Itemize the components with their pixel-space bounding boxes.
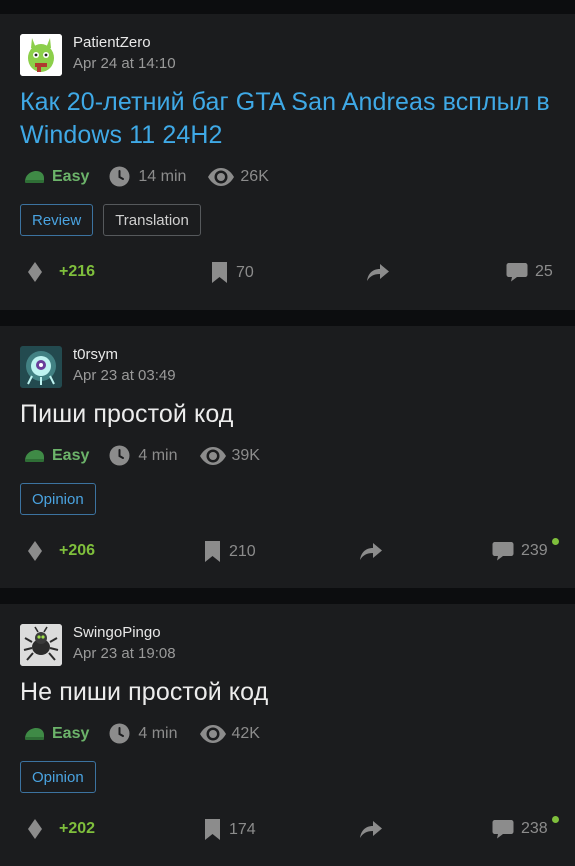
difficulty-icon [25, 170, 44, 183]
comment-count: 25 [535, 263, 553, 280]
share-icon [360, 821, 382, 838]
author-row: SwingoPingo Apr 23 at 19:08 [20, 624, 176, 666]
views-stat: 39K [199, 446, 260, 466]
tag-opinion[interactable]: Opinion [20, 761, 96, 793]
post-actions: +216 70 25 [0, 258, 575, 288]
share-icon [360, 543, 382, 560]
difficulty-label: Easy [52, 167, 90, 185]
author-name[interactable]: SwingoPingo [73, 623, 176, 642]
share-icon [367, 264, 389, 281]
post-card-1: PatientZero Apr 24 at 14:10 Как 20-летни… [0, 14, 575, 310]
difficulty-stat: Easy [22, 725, 89, 743]
post-date: Apr 24 at 14:10 [73, 55, 176, 72]
author-name[interactable]: t0rsym [73, 345, 176, 364]
comments-button[interactable]: 238 [492, 819, 548, 839]
read-time-stat: 4 min [109, 723, 178, 744]
new-comments-indicator [552, 816, 559, 823]
tags: Opinion [20, 761, 106, 793]
views-count: 39K [231, 446, 260, 464]
difficulty-stat: Easy [22, 168, 89, 186]
views-stat: 42K [199, 724, 260, 744]
post-date: Apr 23 at 03:49 [73, 367, 176, 384]
clock-icon [109, 445, 130, 466]
share-button[interactable] [367, 264, 389, 281]
comment-icon [506, 263, 528, 282]
comment-count: 239 [521, 542, 548, 559]
post-card-2: t0rsym Apr 23 at 03:49 Пиши простой код … [0, 326, 575, 588]
share-button[interactable] [360, 543, 382, 560]
zombie-avatar-icon [20, 34, 62, 76]
comments-button[interactable]: 25 [506, 262, 553, 282]
author-row: t0rsym Apr 23 at 03:49 [20, 346, 176, 388]
tag-opinion[interactable]: Opinion [20, 483, 96, 515]
bookmark-button[interactable]: 210 [205, 541, 256, 562]
post-title[interactable]: Пиши простой код [20, 398, 555, 431]
share-button[interactable] [360, 821, 382, 838]
avatar[interactable] [20, 624, 62, 666]
clock-icon [109, 166, 130, 187]
read-time-stat: 4 min [109, 445, 178, 466]
bookmark-button[interactable]: 174 [205, 819, 256, 840]
post-title[interactable]: Как 20-летний баг GTA San Andreas всплыл… [20, 86, 555, 152]
post-date: Apr 23 at 19:08 [73, 645, 176, 662]
rating-control[interactable]: +202 [28, 819, 95, 839]
views-count: 42K [231, 724, 260, 742]
post-actions: +202 174 238 [0, 815, 575, 845]
post-stats: Easy 4 min 39K [22, 445, 260, 466]
rating-diamond-icon [28, 819, 42, 839]
author-name[interactable]: PatientZero [73, 33, 176, 52]
views-count: 26K [240, 167, 269, 185]
tags: Opinion [20, 483, 106, 515]
rating-value: +216 [59, 263, 96, 280]
eye-icon [199, 724, 226, 743]
rating-diamond-icon [28, 541, 42, 561]
post-title[interactable]: Не пиши простой код [20, 676, 555, 709]
eye-icon [199, 446, 226, 465]
robot-avatar-icon [20, 346, 62, 388]
views-stat: 26K [207, 167, 269, 187]
bookmark-icon [205, 541, 220, 562]
read-time-stat: 14 min [109, 166, 186, 187]
bookmark-button[interactable]: 70 [212, 262, 254, 283]
author-row: PatientZero Apr 24 at 14:10 [20, 34, 176, 76]
comments-button[interactable]: 239 [492, 541, 548, 561]
bookmark-icon [205, 819, 220, 840]
comment-icon [492, 820, 514, 839]
bookmark-count: 210 [229, 542, 256, 560]
tag-translation[interactable]: Translation [103, 204, 201, 236]
difficulty-label: Easy [52, 446, 90, 464]
author-meta: t0rsym Apr 23 at 03:49 [73, 345, 176, 386]
tags: Review Translation [20, 204, 211, 236]
avatar[interactable] [20, 34, 62, 76]
post-stats: Easy 14 min 26K [22, 166, 269, 187]
tag-review[interactable]: Review [20, 204, 94, 236]
new-comments-indicator [552, 538, 559, 545]
eye-icon [208, 167, 235, 186]
difficulty-stat: Easy [22, 447, 89, 465]
difficulty-icon [25, 449, 44, 462]
read-time: 4 min [138, 446, 178, 464]
post-card-3: SwingoPingo Apr 23 at 19:08 Не пиши прос… [0, 604, 575, 866]
rating-control[interactable]: +206 [28, 541, 95, 561]
bookmark-count: 174 [229, 820, 256, 838]
avatar[interactable] [20, 346, 62, 388]
post-actions: +206 210 239 [0, 537, 575, 567]
comment-icon [492, 542, 514, 561]
read-time: 14 min [138, 167, 187, 185]
read-time: 4 min [138, 724, 178, 742]
author-meta: PatientZero Apr 24 at 14:10 [73, 33, 176, 74]
rating-control[interactable]: +216 [28, 262, 95, 282]
bookmark-icon [212, 262, 227, 283]
rating-diamond-icon [28, 262, 42, 282]
author-meta: SwingoPingo Apr 23 at 19:08 [73, 623, 176, 664]
bookmark-count: 70 [236, 263, 254, 281]
difficulty-label: Easy [52, 724, 90, 742]
clock-icon [109, 723, 130, 744]
post-stats: Easy 4 min 42K [22, 723, 260, 744]
difficulty-icon [25, 727, 44, 740]
comment-count: 238 [521, 820, 548, 837]
bug-avatar-icon [20, 624, 62, 666]
rating-value: +206 [59, 542, 96, 559]
rating-value: +202 [59, 820, 96, 837]
